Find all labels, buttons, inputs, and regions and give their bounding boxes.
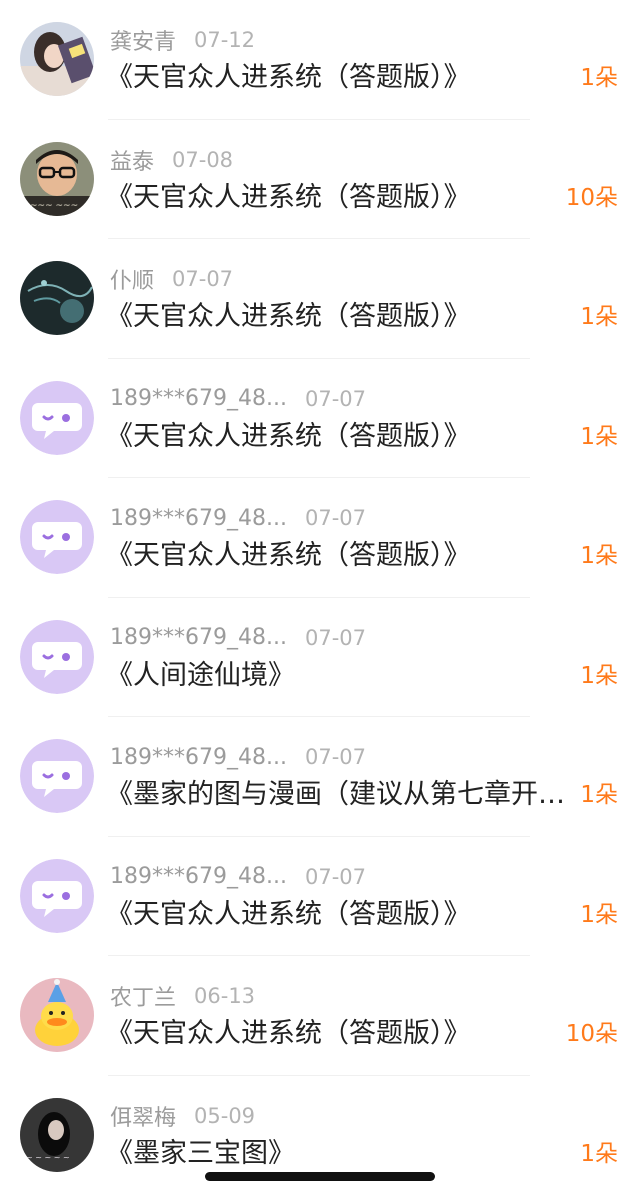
avatar-photo-icon <box>20 978 94 1052</box>
user-name: 189***679_48... <box>110 506 287 531</box>
gift-count: 1朵 <box>580 58 618 98</box>
user-name: 益泰 <box>110 144 154 176</box>
avatar-photo-icon: ~ ~ ~ ~ ~ <box>20 1098 94 1172</box>
record-date: 07-07 <box>305 387 366 411</box>
user-name: 189***679_48... <box>110 625 287 650</box>
record-meta: 仆顺 07-07 <box>110 265 233 293</box>
record-meta: 189***679_48... 07-07 <box>110 743 366 771</box>
chat-bubble-icon <box>20 620 94 694</box>
avatar[interactable] <box>20 859 94 933</box>
gift-count: 1朵 <box>580 536 618 576</box>
list-item[interactable]: ~~~ ~~~ 益泰 07-08 《天官众人进系统（答题版）》 10朵 <box>0 120 640 240</box>
avatar[interactable]: ~~~ ~~~ <box>20 142 94 216</box>
gift-count: 1朵 <box>580 775 618 815</box>
record-date: 07-07 <box>172 267 233 291</box>
record-date: 07-12 <box>194 28 255 52</box>
list-item[interactable]: 189***679_48... 07-07 《天官众人进系统（答题版）》 1朵 <box>0 837 640 957</box>
record-date: 07-07 <box>305 506 366 530</box>
avatar[interactable] <box>20 500 94 574</box>
record-date: 07-08 <box>172 148 233 172</box>
record-meta: 佴翠梅 05-09 <box>110 1102 255 1130</box>
record-meta: 益泰 07-08 <box>110 146 233 174</box>
book-title: 《天官众人进系统（答题版）》 <box>106 178 576 218</box>
avatar[interactable] <box>20 261 94 335</box>
list-item[interactable]: 189***679_48... 07-07 《天官众人进系统（答题版）》 1朵 <box>0 478 640 598</box>
book-title: 《天官众人进系统（答题版）》 <box>106 297 576 337</box>
avatar[interactable] <box>20 22 94 96</box>
gift-count: 10朵 <box>566 178 618 218</box>
chat-bubble-icon <box>20 500 94 574</box>
chat-bubble-icon <box>20 381 94 455</box>
user-name: 龚安青 <box>110 24 176 56</box>
user-name: 佴翠梅 <box>110 1100 176 1132</box>
book-title: 《墨家的图与漫画（建议从第七章开始看）》 <box>106 775 576 815</box>
record-meta: 农丁兰 06-13 <box>110 982 255 1010</box>
avatar[interactable] <box>20 381 94 455</box>
book-title: 《人间途仙境》 <box>106 656 576 696</box>
avatar[interactable] <box>20 620 94 694</box>
record-meta: 189***679_48... 07-07 <box>110 624 366 652</box>
svg-text:~~~ ~~~: ~~~ ~~~ <box>30 201 78 211</box>
user-name: 农丁兰 <box>110 980 176 1012</box>
user-name: 仆顺 <box>110 263 154 295</box>
avatar-photo-icon <box>20 261 94 335</box>
record-meta: 189***679_48... 07-07 <box>110 504 366 532</box>
record-date: 07-07 <box>305 626 366 650</box>
gift-count: 1朵 <box>580 1134 618 1174</box>
gift-record-list: 龚安青 07-12 《天官众人进系统（答题版）》 1朵 ~~~ ~~~ 益泰 0… <box>0 0 640 1195</box>
record-date: 07-07 <box>305 865 366 889</box>
avatar[interactable] <box>20 978 94 1052</box>
list-item[interactable]: 189***679_48... 07-07 《天官众人进系统（答题版）》 1朵 <box>0 359 640 479</box>
book-title: 《墨家三宝图》 <box>106 1134 576 1174</box>
record-date: 06-13 <box>194 984 255 1008</box>
record-date: 07-07 <box>305 745 366 769</box>
list-item[interactable]: 189***679_48... 07-07 《人间途仙境》 1朵 <box>0 598 640 718</box>
user-name: 189***679_48... <box>110 745 287 770</box>
avatar-photo-icon: ~~~ ~~~ <box>20 142 94 216</box>
avatar[interactable] <box>20 739 94 813</box>
list-item[interactable]: 龚安青 07-12 《天官众人进系统（答题版）》 1朵 <box>0 0 640 120</box>
book-title: 《天官众人进系统（答题版）》 <box>106 1014 576 1054</box>
gift-count: 10朵 <box>566 1014 618 1054</box>
svg-text:~ ~ ~ ~ ~: ~ ~ ~ ~ ~ <box>26 1153 70 1162</box>
book-title: 《天官众人进系统（答题版）》 <box>106 417 576 457</box>
record-meta: 龚安青 07-12 <box>110 26 255 54</box>
list-item[interactable]: 仆顺 07-07 《天官众人进系统（答题版）》 1朵 <box>0 239 640 359</box>
record-meta: 189***679_48... 07-07 <box>110 863 366 891</box>
record-date: 05-09 <box>194 1104 255 1128</box>
home-indicator[interactable] <box>205 1172 435 1181</box>
chat-bubble-icon <box>20 859 94 933</box>
gift-count: 1朵 <box>580 895 618 935</box>
book-title: 《天官众人进系统（答题版）》 <box>106 58 576 98</box>
book-title: 《天官众人进系统（答题版）》 <box>106 536 576 576</box>
avatar[interactable]: ~ ~ ~ ~ ~ <box>20 1098 94 1172</box>
gift-count: 1朵 <box>580 297 618 337</box>
list-item[interactable]: 农丁兰 06-13 《天官众人进系统（答题版）》 10朵 <box>0 956 640 1076</box>
user-name: 189***679_48... <box>110 386 287 411</box>
chat-bubble-icon <box>20 739 94 813</box>
user-name: 189***679_48... <box>110 864 287 889</box>
record-meta: 189***679_48... 07-07 <box>110 385 366 413</box>
book-title: 《天官众人进系统（答题版）》 <box>106 895 576 935</box>
avatar-photo-icon <box>20 22 94 96</box>
gift-count: 1朵 <box>580 656 618 696</box>
gift-count: 1朵 <box>580 417 618 457</box>
list-item[interactable]: 189***679_48... 07-07 《墨家的图与漫画（建议从第七章开始看… <box>0 717 640 837</box>
